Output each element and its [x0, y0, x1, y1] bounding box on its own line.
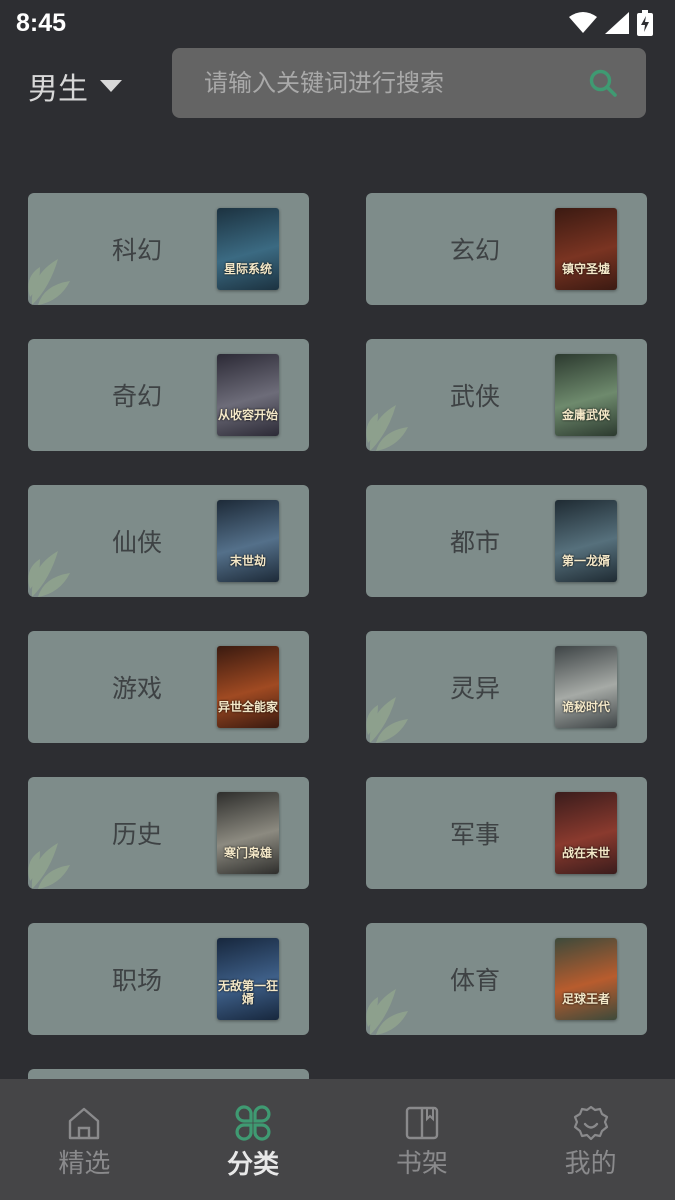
cover-title: 第一龙婿 — [561, 554, 610, 568]
category-card[interactable]: 职场 无敌第一狂婿 — [28, 923, 309, 1035]
status-time: 8:45 — [16, 8, 67, 37]
category-cover-image: 无敌第一狂婿 — [217, 938, 279, 1020]
nav-item-bookshelf[interactable]: 书架 — [338, 1079, 507, 1200]
gender-label: 男生 — [28, 72, 88, 107]
category-name: 科幻 — [111, 236, 162, 265]
category-card[interactable]: 玄幻镇守圣墟 — [366, 193, 647, 305]
category-cover-image: 寒门枭雄 — [217, 792, 279, 874]
cover-title: 足球王者 — [561, 992, 610, 1006]
category-cover-image: 战在末世 — [555, 792, 617, 874]
category-card[interactable]: 军事战在末世 — [366, 777, 647, 889]
category-card[interactable]: 历史寒门枭雄 — [28, 777, 309, 889]
search-bar[interactable] — [172, 48, 646, 118]
profile-gear-icon — [573, 1105, 608, 1141]
cover-title: 金庸武侠 — [561, 408, 610, 422]
category-name: 体育 — [449, 966, 500, 995]
category-card[interactable]: 武侠金庸武侠 — [366, 339, 647, 451]
category-name: 武侠 — [449, 382, 500, 411]
category-name: 灵异 — [449, 674, 500, 703]
signal-icon — [605, 12, 629, 34]
cover-title: 寒门枭雄 — [223, 846, 272, 860]
caret-down-icon — [100, 80, 122, 92]
category-cover-image: 诡秘时代 — [555, 646, 617, 728]
category-card[interactable]: 科幻星际系统 — [28, 193, 309, 305]
nav-item-category[interactable]: 分类 — [169, 1079, 338, 1200]
category-cover-image: 镇守圣墟 — [555, 208, 617, 290]
cover-title: 星际系统 — [223, 262, 272, 276]
bottom-nav: 精选 分类 书架 我的 — [0, 1079, 675, 1200]
category-grid: 科幻 星际系统 玄幻 镇守圣墟 奇幻 从收容开始 武侠 金庸武侠 仙侠 末世劫 都市 第一龙婿 游戏 异世… — [28, 193, 647, 1079]
cover-title: 镇守圣墟 — [561, 262, 610, 276]
category-cover-image: 金庸武侠 — [555, 354, 617, 436]
category-name: 奇幻 — [111, 382, 162, 411]
category-card[interactable]: 游戏异世全能家 — [28, 631, 309, 743]
home-icon — [69, 1107, 100, 1140]
category-name: 游戏 — [111, 674, 162, 703]
cover-title: 异世全能家 — [217, 700, 278, 714]
cover-title: 无敌第一狂婿 — [217, 979, 278, 1006]
category-cover-image: 第一龙婿 — [555, 500, 617, 582]
status-icons — [569, 10, 653, 36]
cover-title: 诡秘时代 — [561, 700, 610, 714]
wifi-icon — [569, 12, 597, 33]
category-name: 玄幻 — [449, 236, 500, 265]
category-cover-image: 末世劫 — [217, 500, 279, 582]
nav-label-category: 分类 — [227, 1150, 280, 1180]
cover-title: 从收容开始 — [217, 408, 278, 422]
category-card[interactable]: 灵异诡秘时代 — [366, 631, 647, 743]
category-name: 历史 — [111, 820, 162, 849]
category-icon — [235, 1105, 271, 1141]
category-card[interactable]: 仙侠末世劫 — [28, 485, 309, 597]
category-name: 都市 — [449, 528, 500, 557]
category-card[interactable]: 奇幻从收容开始 — [28, 339, 309, 451]
category-cover-image: 星际系统 — [217, 208, 279, 290]
cover-title: 战在末世 — [561, 846, 610, 860]
nav-label-bookshelf: 书架 — [395, 1149, 448, 1179]
battery-charging-icon — [637, 10, 653, 36]
category-name: 仙侠 — [111, 528, 162, 557]
nav-item-featured[interactable]: 精选 — [0, 1079, 169, 1200]
status-bar: 8:45 — [0, 0, 675, 46]
category-name: 军事 — [449, 820, 500, 849]
top-bar: 男生 — [0, 46, 675, 120]
category-name: 职场 — [111, 966, 162, 995]
category-cover-image: 足球王者 — [555, 938, 617, 1020]
category-card[interactable]: 都市第一龙婿 — [366, 485, 647, 597]
category-card-partial[interactable] — [28, 1069, 309, 1079]
nav-label-featured: 精选 — [58, 1149, 111, 1179]
nav-item-profile[interactable]: 我的 — [506, 1079, 675, 1200]
search-icon[interactable] — [588, 68, 618, 98]
nav-label-profile: 我的 — [564, 1149, 617, 1179]
category-card[interactable]: 体育足球王者 — [366, 923, 647, 1035]
category-cover-image: 从收容开始 — [217, 354, 279, 436]
gender-selector[interactable]: 男生 — [28, 64, 122, 108]
category-cover-image: 异世全能家 — [217, 646, 279, 728]
search-input[interactable] — [202, 68, 588, 98]
bookshelf-icon — [405, 1106, 439, 1140]
cover-title: 末世劫 — [229, 554, 266, 568]
